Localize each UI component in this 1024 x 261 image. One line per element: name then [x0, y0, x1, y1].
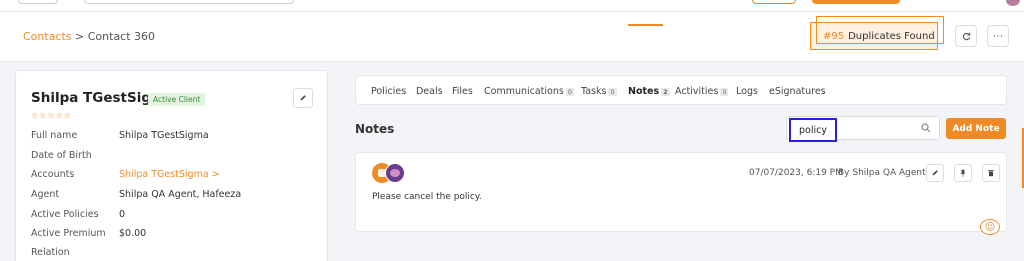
note-avatar-secondary [385, 163, 405, 183]
pin-icon [960, 169, 966, 177]
tab-count: 0 [720, 87, 729, 96]
active-tab-indicator [628, 24, 663, 26]
top-bar-primary-button[interactable] [812, 0, 900, 4]
tab-communications[interactable]: Communications 0 [484, 86, 574, 97]
smiley-icon: ☺ [984, 221, 996, 233]
top-bar-control[interactable] [18, 0, 58, 4]
tab-label: Deals [416, 86, 443, 97]
trash-icon [988, 170, 994, 177]
tab-count: 0 [608, 87, 617, 96]
rating-stars[interactable]: ☆☆☆☆☆ [31, 111, 72, 120]
refresh-icon [962, 32, 970, 40]
breadcrumb-current: Contact 360 [87, 30, 156, 43]
tab-logs[interactable]: Logs [736, 86, 758, 97]
breadcrumb-contacts-link[interactable]: Contacts [23, 30, 72, 43]
duplicates-text: Duplicates Found [848, 31, 935, 42]
field-label-active-premium: Active Premium [31, 228, 106, 239]
edit-contact-button[interactable] [293, 88, 313, 108]
tab-label: Policies [371, 86, 407, 97]
search-icon[interactable] [921, 123, 931, 133]
refresh-button[interactable] [955, 25, 977, 47]
duplicates-count: #95 [823, 31, 845, 42]
tab-label: Tasks [581, 86, 607, 97]
emoji-reaction-button[interactable]: ☺ [980, 219, 1000, 235]
field-value-active-policies: 0 [119, 209, 126, 220]
notes-search-box [786, 116, 940, 142]
field-label-full-name: Full name [31, 130, 78, 141]
field-value-agent: Shilpa QA Agent, Hafeeza [119, 189, 242, 200]
tab-files[interactable]: Files [452, 86, 473, 97]
pencil-icon [932, 170, 938, 176]
field-label-date-of-birth: Date of Birth [31, 150, 92, 161]
field-label-agent: Agent [31, 189, 60, 200]
field-value-active-premium: $0.00 [119, 228, 147, 239]
tab-label: Communications [484, 86, 564, 97]
global-search-input[interactable] [84, 0, 294, 4]
notes-section-title: Notes [355, 122, 395, 136]
note-text: Please cancel the policy. [372, 192, 482, 202]
note-item: 07/07/2023, 6:19 PM By Shilpa QA Agent P… [355, 152, 1007, 235]
tab-label: Files [452, 86, 473, 97]
duplicates-label: #95 Duplicates Found [823, 31, 935, 42]
breadcrumb-separator: > [75, 30, 85, 43]
edit-note-button[interactable] [926, 164, 944, 182]
field-label-relation: Relation [31, 247, 70, 258]
tab-label: Logs [736, 86, 758, 97]
tab-label: Notes [628, 86, 660, 97]
note-timestamp: 07/07/2023, 6:19 PM [749, 168, 843, 178]
tab-policies[interactable]: Policies [371, 86, 406, 97]
page-header: Contacts > Contact 360 #95 Duplicates Fou… [0, 12, 1024, 62]
notes-search-input[interactable] [789, 118, 837, 142]
status-badge: Active Client [148, 93, 206, 106]
contact-details-card: Shilpa TGestSigma Active Client ☆☆☆☆☆ Fu… [15, 70, 328, 261]
contact-tabs: Policies Deals Files Communications 0 Tas… [355, 75, 1007, 105]
duplicates-found-button[interactable]: #95 Duplicates Found [810, 16, 944, 50]
tab-count: 0 [565, 87, 574, 96]
tab-label: Activities [675, 86, 719, 97]
breadcrumb: Contacts > Contact 360 [23, 30, 155, 43]
account-link[interactable]: Shilpa TGestSigma > [119, 169, 220, 180]
field-label-accounts: Accounts [31, 169, 75, 180]
user-avatar[interactable] [1006, 0, 1020, 6]
add-note-button[interactable]: Add Note [946, 118, 1006, 139]
tab-esignatures[interactable]: eSignatures [769, 86, 826, 97]
more-icon: ⋯ [993, 30, 1003, 42]
tab-notes[interactable]: Notes 2 [628, 86, 670, 97]
top-bar-outline-button[interactable] [752, 0, 796, 4]
tab-deals[interactable]: Deals [416, 86, 443, 97]
note-author: By Shilpa QA Agent [838, 168, 926, 178]
more-options-button[interactable]: ⋯ [987, 25, 1009, 47]
tab-label: eSignatures [769, 86, 826, 97]
field-value-full-name: Shilpa TGestSigma [119, 130, 209, 141]
pencil-icon [300, 95, 306, 101]
tab-count: 2 [661, 87, 670, 96]
tab-activities[interactable]: Activities 0 [675, 86, 729, 97]
delete-note-button[interactable] [982, 164, 1000, 182]
field-label-active-policies: Active Policies [31, 209, 99, 220]
tab-tasks[interactable]: Tasks 0 [581, 86, 617, 97]
pin-note-button[interactable] [954, 164, 972, 182]
top-navigation-bar [0, 0, 1024, 12]
